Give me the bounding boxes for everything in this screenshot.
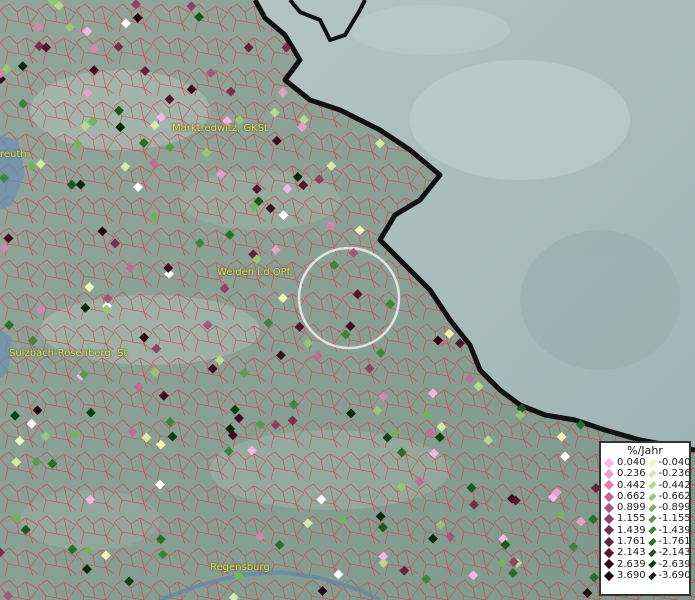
place-label-weiden: Weiden i.d.OPf. (217, 267, 293, 278)
legend-swatch (603, 468, 615, 480)
legend-swatch (603, 514, 615, 525)
legend-swatch (647, 492, 657, 501)
legend-swatch (603, 570, 615, 581)
legend-label: -1.761 (658, 536, 691, 548)
legend-swatch (647, 503, 657, 512)
legend-swatch (647, 469, 657, 478)
legend-entry-negative: -2.639 (646, 559, 691, 570)
legend-label: 1.155 (617, 513, 646, 525)
legend-entry-positive: 2.143 (601, 547, 646, 558)
legend-entry-positive: 0.662 (601, 491, 646, 502)
legend-row: 0.040 -0.040 (601, 457, 691, 468)
legend-swatch (647, 458, 657, 467)
legend-label: 2.639 (617, 558, 646, 570)
legend-entry-positive: 0.040 (601, 457, 646, 468)
legend-entry-negative: -0.442 (646, 480, 691, 491)
legend-row: 1.439 -1.439 (601, 525, 691, 536)
legend-swatch (647, 560, 657, 569)
legend-entry-negative: -0.236 (646, 468, 691, 479)
legend-swatch (603, 480, 615, 491)
legend-entry-negative: -0.662 (646, 491, 691, 502)
legend-entry-positive: 1.439 (601, 525, 646, 536)
place-label-marktredwitz: Marktredwitz, GKSt (172, 123, 269, 134)
legend-title: %/Jahr (627, 444, 663, 457)
legend-swatch (647, 571, 657, 580)
legend-label: 1.439 (617, 524, 646, 536)
legend-label: -2.639 (658, 558, 691, 570)
legend-entry-negative: -3.690 (646, 570, 691, 581)
legend-label: -1.439 (658, 524, 691, 536)
legend-entry-positive: 1.155 (601, 513, 646, 524)
legend-entry-negative: -0.040 (646, 457, 691, 468)
place-label-regensburg: Regensburg (210, 562, 270, 573)
place-label-reuth: reuth (0, 149, 27, 160)
legend-label: -0.442 (658, 479, 691, 491)
legend-label: -0.236 (658, 468, 691, 480)
legend-entry-negative: -1.155 (646, 513, 691, 524)
legend-label: 0.040 (617, 457, 646, 468)
legend-row: 2.639 -2.639 (601, 559, 691, 570)
place-label-sulzbach: Sulzbach-Rosenberg, St (9, 348, 128, 359)
legend-entry-positive: 2.639 (601, 559, 646, 570)
legend-label: 0.442 (617, 479, 646, 491)
legend-entry-negative: -1.761 (646, 536, 691, 547)
legend-swatch (647, 537, 657, 546)
legend-row: 0.236 -0.236 (601, 468, 691, 479)
legend-label: 1.761 (617, 536, 646, 548)
map-canvas[interactable] (0, 0, 695, 600)
legend-rows: 0.040 -0.040 0.236 -0.236 0.442 -0.442 0.662 -0… (601, 457, 691, 581)
legend-row: 0.442 -0.442 (601, 480, 691, 491)
legend-entry-positive: 1.761 (601, 536, 646, 547)
legend-swatch (603, 559, 615, 570)
legend-row: 1.761 -1.761 (601, 536, 691, 547)
legend-entry-negative: -2.143 (646, 547, 691, 558)
legend-label: 3.690 (617, 569, 646, 581)
legend-label: 0.899 (617, 502, 646, 514)
legend-swatch (603, 525, 615, 536)
legend-swatch (647, 515, 657, 524)
legend-entry-positive: 3.690 (601, 570, 646, 581)
legend-swatch (647, 548, 657, 558)
legend-label: -0.040 (658, 457, 691, 468)
legend-entry-positive: 0.442 (601, 480, 646, 491)
legend-panel: %/Jahr 0.040 -0.040 0.236 -0.236 0.442 -0.442… (599, 441, 691, 596)
legend-label: -0.899 (658, 502, 691, 514)
legend-label: 2.143 (617, 547, 646, 559)
legend-entry-negative: -1.439 (646, 525, 691, 536)
legend-label: 0.236 (617, 468, 646, 480)
legend-entry-positive: 0.899 (601, 502, 646, 513)
legend-label: -0.662 (658, 490, 691, 502)
legend-row: 0.899 -0.899 (601, 502, 691, 513)
legend-swatch (603, 536, 615, 547)
legend-swatch (603, 502, 615, 513)
legend-label: -1.155 (658, 513, 691, 525)
legend-swatch (603, 457, 615, 468)
legend-swatch (647, 481, 657, 490)
legend-swatch (647, 526, 657, 535)
legend-swatch (603, 547, 615, 559)
legend-row: 0.662 -0.662 (601, 491, 691, 502)
legend-entry-negative: -0.899 (646, 502, 691, 513)
legend-label: -3.690 (658, 569, 691, 581)
legend-row: 2.143 -2.143 (601, 547, 691, 558)
legend-label: -2.143 (658, 547, 691, 559)
legend-swatch (603, 491, 615, 502)
legend-entry-positive: 0.236 (601, 468, 646, 479)
legend-label: 0.662 (617, 490, 646, 502)
legend-row: 1.155 -1.155 (601, 513, 691, 524)
legend-row: 3.690 -3.690 (601, 570, 691, 581)
